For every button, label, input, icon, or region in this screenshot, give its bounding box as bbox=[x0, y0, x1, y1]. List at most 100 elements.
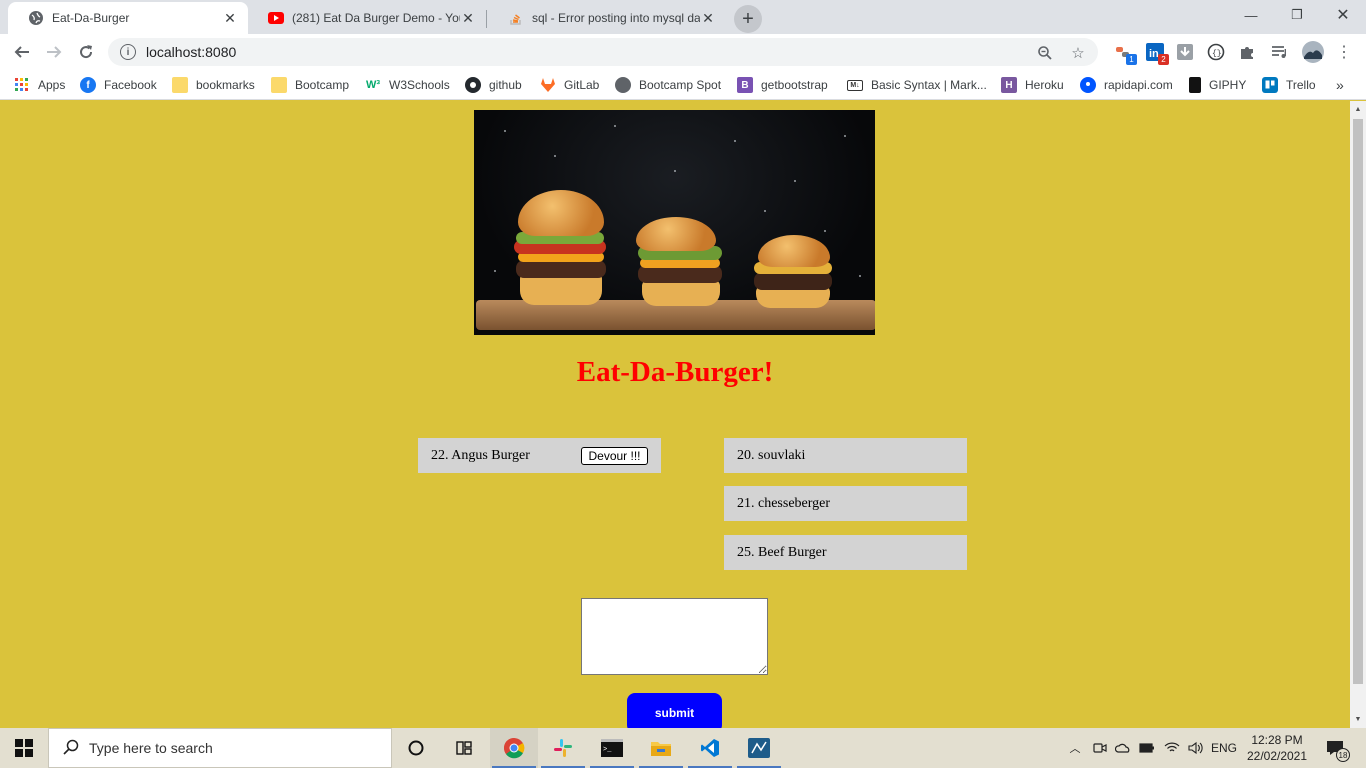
notification-center-icon[interactable]: 18 bbox=[1320, 728, 1350, 768]
close-icon[interactable]: ✕ bbox=[700, 10, 716, 26]
bookmark-getbootstrap[interactable]: B getbootstrap bbox=[737, 76, 828, 94]
taskbar-search-input[interactable]: Type here to search bbox=[48, 728, 392, 768]
vscode-icon[interactable] bbox=[686, 728, 734, 768]
globe-icon bbox=[615, 77, 631, 93]
scrollbar-thumb[interactable] bbox=[1353, 119, 1363, 684]
volume-icon[interactable] bbox=[1185, 728, 1207, 768]
linkedin-icon[interactable]: in 2 bbox=[1145, 42, 1169, 65]
file-explorer-icon[interactable] bbox=[637, 728, 685, 768]
tab-eat-da-burger[interactable]: Eat-Da-Burger ✕ bbox=[8, 2, 248, 34]
bookmark-label: Facebook bbox=[104, 78, 157, 92]
bookmark-folder-bootcamp[interactable]: Bootcamp bbox=[271, 76, 349, 94]
page-content: Eat-Da-Burger! 22. Angus Burger Devour !… bbox=[0, 101, 1350, 728]
bookmark-w3schools[interactable]: W³ W3Schools bbox=[365, 76, 450, 94]
bookmark-label: rapidapi.com bbox=[1104, 78, 1173, 92]
list-item: 20. souvlaki bbox=[724, 438, 967, 473]
meet-now-icon[interactable] bbox=[1090, 728, 1110, 768]
tab-youtube[interactable]: (281) Eat Da Burger Demo - YouTube ✕ bbox=[248, 2, 486, 34]
list-item: 25. Beef Burger bbox=[724, 535, 967, 570]
notification-count: 18 bbox=[1336, 748, 1350, 762]
tab-stackoverflow[interactable]: sql - Error posting into mysql dat ✕ bbox=[488, 2, 726, 34]
tab-title: sql - Error posting into mysql dat bbox=[532, 11, 700, 25]
bookmark-giphy[interactable]: GIPHY bbox=[1189, 76, 1246, 94]
close-icon[interactable]: ✕ bbox=[460, 10, 476, 26]
close-window-button[interactable]: ✕ bbox=[1320, 0, 1366, 30]
bookmark-folder-bookmarks[interactable]: bookmarks bbox=[172, 76, 255, 94]
more-menu-icon[interactable]: ⋮ bbox=[1334, 42, 1354, 62]
markdown-icon: M↓ bbox=[847, 79, 863, 91]
address-text: localhost:8080 bbox=[146, 44, 237, 60]
restore-button[interactable]: ❐ bbox=[1274, 0, 1320, 30]
burger-name-input[interactable] bbox=[581, 598, 768, 675]
burger-name: 21. chesseberger bbox=[737, 495, 831, 511]
download-icon[interactable] bbox=[1175, 42, 1195, 62]
scroll-down-icon[interactable]: ▼ bbox=[1354, 715, 1362, 723]
bookmark-rapidapi[interactable]: rapidapi.com bbox=[1080, 76, 1173, 94]
slack-icon[interactable] bbox=[539, 728, 587, 768]
tab-strip: Eat-Da-Burger ✕ (281) Eat Da Burger Demo… bbox=[0, 0, 1366, 34]
stackoverflow-icon bbox=[508, 10, 524, 26]
profile-avatar[interactable] bbox=[1301, 40, 1325, 64]
bookmark-heroku[interactable]: H Heroku bbox=[1001, 76, 1064, 94]
github-icon bbox=[465, 77, 481, 93]
bookmark-facebook[interactable]: f Facebook bbox=[80, 76, 157, 94]
page-scrollbar[interactable]: ▲ ▼ bbox=[1350, 101, 1366, 728]
apps-grid-icon bbox=[14, 77, 30, 93]
bookmark-label: W3Schools bbox=[389, 78, 450, 92]
bookmark-label: Basic Syntax | Mark... bbox=[871, 78, 987, 92]
gitlab-icon bbox=[540, 77, 556, 93]
extension-icon[interactable]: 1 bbox=[1113, 42, 1137, 65]
tab-title: Eat-Da-Burger bbox=[52, 11, 130, 25]
star-icon[interactable]: ☆ bbox=[1069, 44, 1087, 62]
info-icon[interactable]: i bbox=[120, 44, 136, 60]
puzzle-icon[interactable] bbox=[1237, 42, 1257, 62]
bookmark-label: Bootcamp Spot bbox=[639, 78, 722, 92]
windows-start-icon[interactable] bbox=[0, 728, 48, 768]
new-tab-button[interactable]: + bbox=[734, 5, 762, 33]
bookmark-bootcamp-spot[interactable]: Bootcamp Spot bbox=[615, 76, 721, 94]
address-bar[interactable]: i localhost:8080 ☆ bbox=[108, 38, 1098, 66]
bookmark-label: Bootcamp bbox=[295, 78, 350, 92]
scroll-up-icon[interactable]: ▲ bbox=[1354, 105, 1362, 113]
bookmark-markdown[interactable]: M↓ Basic Syntax | Mark... bbox=[847, 76, 987, 94]
terminal-icon[interactable]: >_ bbox=[588, 728, 636, 768]
bookmark-trello[interactable]: Trello bbox=[1262, 76, 1316, 94]
bookmark-label: GitLab bbox=[564, 78, 600, 92]
forward-arrow-icon[interactable] bbox=[40, 38, 68, 66]
folder-icon bbox=[172, 77, 188, 93]
bookmarks-overflow-icon[interactable]: » bbox=[1336, 76, 1344, 94]
bookmark-github[interactable]: github bbox=[465, 76, 522, 94]
language-indicator[interactable]: ENG bbox=[1209, 728, 1239, 768]
list-item: 22. Angus Burger Devour !!! bbox=[418, 438, 661, 473]
battery-icon[interactable] bbox=[1137, 728, 1157, 768]
rapidapi-icon bbox=[1080, 77, 1096, 93]
task-view-icon[interactable] bbox=[440, 728, 488, 768]
wifi-icon[interactable] bbox=[1161, 728, 1183, 768]
close-icon[interactable]: ✕ bbox=[222, 10, 238, 26]
code-extension-icon[interactable]: {} bbox=[1206, 42, 1226, 62]
clock[interactable]: 12:28 PM 22/02/2021 bbox=[1244, 728, 1310, 768]
bookmark-gitlab[interactable]: GitLab bbox=[540, 76, 599, 94]
mysql-workbench-icon[interactable] bbox=[735, 728, 783, 768]
burger-name: 25. Beef Burger bbox=[737, 544, 827, 560]
back-arrow-icon[interactable] bbox=[8, 38, 36, 66]
media-queue-icon[interactable] bbox=[1269, 42, 1289, 62]
onedrive-icon[interactable] bbox=[1113, 728, 1133, 768]
burger-name: 22. Angus Burger bbox=[431, 447, 530, 463]
bookmark-apps[interactable]: Apps bbox=[14, 76, 65, 94]
page-title: Eat-Da-Burger! bbox=[576, 356, 774, 388]
bookmark-label: Trello bbox=[1286, 78, 1316, 92]
chrome-icon[interactable] bbox=[490, 728, 538, 768]
bookmark-label: GIPHY bbox=[1209, 78, 1247, 92]
submit-button[interactable]: submit bbox=[627, 693, 722, 728]
tab-separator bbox=[486, 10, 487, 28]
cortana-icon[interactable] bbox=[392, 728, 440, 768]
minimize-button[interactable]: — bbox=[1228, 0, 1274, 30]
devour-button[interactable]: Devour !!! bbox=[581, 447, 648, 465]
zoom-icon[interactable] bbox=[1036, 44, 1054, 62]
burger-name: 20. souvlaki bbox=[737, 447, 806, 463]
w3schools-icon: W³ bbox=[365, 79, 381, 91]
browser-toolbar: i localhost:8080 ☆ 1 in 2 {} ⋮ bbox=[0, 34, 1366, 70]
reload-icon[interactable] bbox=[72, 38, 100, 66]
chevron-up-icon[interactable]: ︿ bbox=[1066, 728, 1084, 768]
